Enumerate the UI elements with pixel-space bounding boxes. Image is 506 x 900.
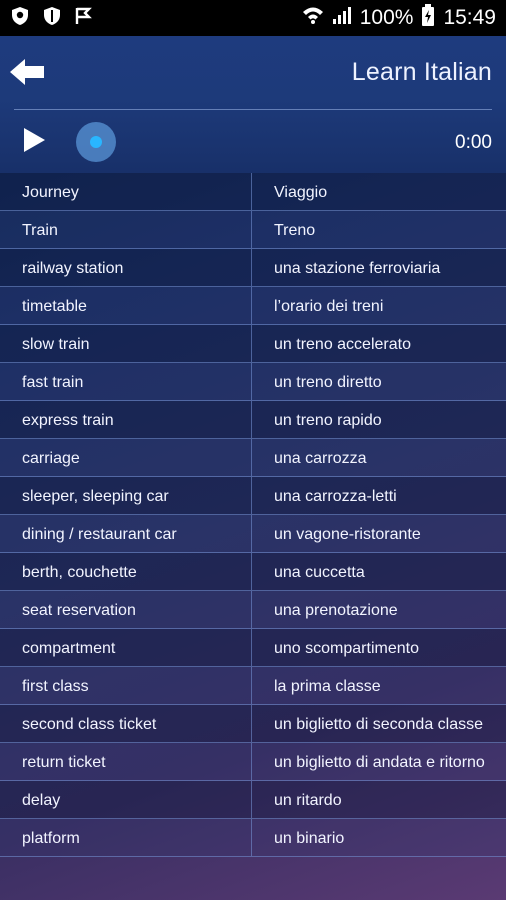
battery-charging-icon bbox=[421, 4, 435, 32]
english-phrase: berth, couchette bbox=[0, 553, 252, 590]
english-phrase: timetable bbox=[0, 287, 252, 324]
seek-thumb-dot bbox=[90, 136, 102, 148]
play-icon bbox=[21, 126, 47, 159]
table-row[interactable]: sleeper, sleeping car una carrozza-letti bbox=[0, 477, 506, 515]
status-left-icons bbox=[10, 6, 94, 31]
italian-phrase: Treno bbox=[274, 222, 316, 239]
english-phrase: first class bbox=[0, 667, 252, 704]
english-phrase: delay bbox=[0, 781, 252, 818]
italian-phrase: un biglietto di andata e ritorno bbox=[274, 754, 485, 771]
seek-slider-thumb[interactable] bbox=[76, 122, 116, 162]
table-row[interactable]: first class la prima classe bbox=[0, 667, 506, 705]
italian-phrase: un treno rapido bbox=[274, 412, 382, 429]
phrase-table: Journey Viaggio Train Treno railway station u… bbox=[0, 173, 506, 857]
status-bar: 100% 15:49 bbox=[0, 0, 506, 36]
back-button[interactable] bbox=[6, 56, 48, 92]
wifi-icon bbox=[302, 6, 324, 30]
clock: 15:49 bbox=[443, 6, 496, 29]
english-phrase: sleeper, sleeping car bbox=[0, 477, 252, 514]
italian-phrase: l’orario dei treni bbox=[274, 298, 384, 315]
table-row[interactable]: express train un treno rapido bbox=[0, 401, 506, 439]
english-phrase: seat reservation bbox=[0, 591, 252, 628]
italian-phrase: un binario bbox=[274, 830, 345, 847]
italian-phrase: una prenotazione bbox=[274, 602, 398, 619]
seek-track[interactable] bbox=[96, 142, 386, 143]
app-header: Learn Italian 0:00 bbox=[0, 36, 506, 173]
table-row[interactable]: timetable l’orario dei treni bbox=[0, 287, 506, 325]
signal-icon bbox=[332, 6, 352, 30]
italian-phrase: una stazione ferroviaria bbox=[274, 260, 441, 277]
english-phrase: Journey bbox=[0, 173, 252, 210]
english-phrase: return ticket bbox=[0, 743, 252, 780]
english-phrase: express train bbox=[0, 401, 252, 438]
italian-phrase: un ritardo bbox=[274, 792, 342, 809]
italian-phrase: una carrozza bbox=[274, 450, 367, 467]
italian-phrase: un treno diretto bbox=[274, 374, 382, 391]
italian-phrase: una cuccetta bbox=[274, 564, 365, 581]
table-row[interactable]: second class ticket un biglietto di secon… bbox=[0, 705, 506, 743]
table-row[interactable]: slow train un treno accelerato bbox=[0, 325, 506, 363]
header-divider bbox=[14, 109, 492, 110]
english-phrase: second class ticket bbox=[0, 705, 252, 742]
battery-level: 100% bbox=[359, 6, 414, 29]
italian-phrase: un treno accelerato bbox=[274, 336, 411, 353]
table-row[interactable]: return ticket un biglietto di andata e ri… bbox=[0, 743, 506, 781]
playback-time: 0:00 bbox=[455, 132, 492, 153]
english-phrase: platform bbox=[0, 819, 252, 856]
english-phrase: dining / restaurant car bbox=[0, 515, 252, 552]
table-row[interactable]: platform un binario bbox=[0, 819, 506, 857]
italian-phrase: la prima classe bbox=[274, 678, 381, 695]
english-phrase: Train bbox=[0, 211, 252, 248]
english-phrase: slow train bbox=[0, 325, 252, 362]
italian-phrase: Viaggio bbox=[274, 184, 328, 201]
table-row[interactable]: railway station una stazione ferroviaria bbox=[0, 249, 506, 287]
table-row[interactable]: delay un ritardo bbox=[0, 781, 506, 819]
italian-phrase: una carrozza-letti bbox=[274, 488, 397, 505]
shield-icon bbox=[10, 6, 30, 31]
italian-phrase: un biglietto di seconda classe bbox=[274, 716, 484, 733]
english-phrase: fast train bbox=[0, 363, 252, 400]
table-row[interactable]: seat reservation una prenotazione bbox=[0, 591, 506, 629]
table-row[interactable]: compartment uno scompartimento bbox=[0, 629, 506, 667]
page-title: Learn Italian bbox=[351, 58, 492, 86]
table-row[interactable]: carriage una carrozza bbox=[0, 439, 506, 477]
table-row[interactable]: Journey Viaggio bbox=[0, 173, 506, 211]
italian-phrase: uno scompartimento bbox=[274, 640, 419, 657]
table-row[interactable]: dining / restaurant car un vagone-ristora… bbox=[0, 515, 506, 553]
english-phrase: carriage bbox=[0, 439, 252, 476]
table-row[interactable]: fast train un treno diretto bbox=[0, 363, 506, 401]
arrow-left-icon bbox=[8, 57, 46, 92]
table-row[interactable]: Train Treno bbox=[0, 211, 506, 249]
italian-phrase: un vagone-ristorante bbox=[274, 526, 421, 543]
english-phrase: compartment bbox=[0, 629, 252, 666]
status-right: 100% 15:49 bbox=[302, 4, 496, 32]
shield-check-icon bbox=[42, 6, 62, 31]
play-button[interactable] bbox=[18, 126, 50, 158]
table-row[interactable]: berth, couchette una cuccetta bbox=[0, 553, 506, 591]
download-flag-icon bbox=[74, 6, 94, 31]
english-phrase: railway station bbox=[0, 249, 252, 286]
